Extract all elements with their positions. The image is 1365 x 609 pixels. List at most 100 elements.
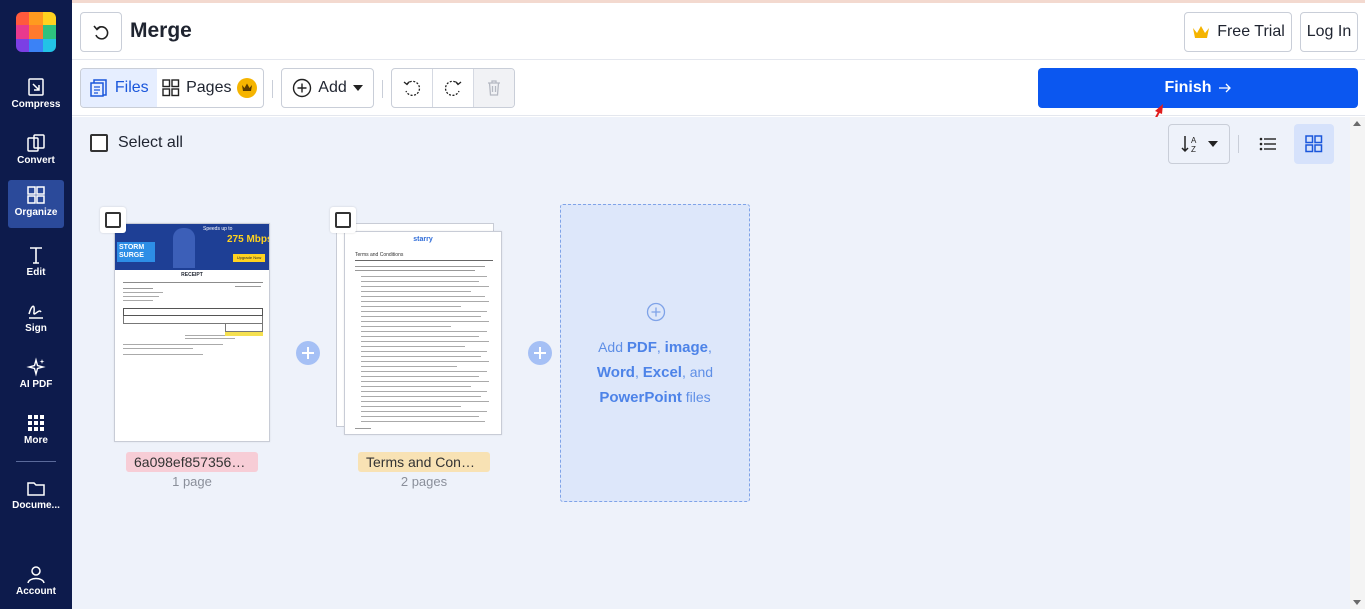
toolbar-divider	[272, 80, 273, 98]
workspace: Select all AZ STORM SURGE Speeds up to 2…	[72, 117, 1350, 609]
select-all-label: Select all	[118, 134, 183, 151]
sidebar-item-documents[interactable]: Docume...	[8, 473, 64, 521]
free-trial-label: Free Trial	[1217, 23, 1285, 40]
sidebar: Compress Convert Organize Edit Sign AI P…	[0, 0, 72, 609]
add-files-dropzone[interactable]: Add PDF, image, Word, Excel, and PowerPo…	[560, 204, 750, 502]
banner-small-text: Speeds up to	[203, 226, 233, 232]
rotate-right-button[interactable]	[433, 69, 473, 107]
view-mode-toggle: Files Pages	[80, 68, 264, 108]
banner-big-text: 275 Mbps	[227, 234, 270, 245]
add-dropdown[interactable]: Add	[281, 68, 374, 108]
page-title: Merge	[130, 19, 192, 42]
arrow-right-icon	[1218, 83, 1231, 93]
sidebar-item-label: Edit	[26, 267, 46, 278]
page-count: 1 page	[172, 474, 212, 489]
grid-view-button[interactable]	[1294, 124, 1334, 164]
list-view-button[interactable]	[1248, 124, 1288, 164]
file-name: Terms and Condi...	[358, 452, 490, 472]
sidebar-item-label: Docume...	[12, 500, 60, 511]
terms-heading: Terms and Conditions	[355, 252, 404, 258]
sidebar-item-label: Organize	[14, 207, 58, 218]
insert-between-button[interactable]	[296, 341, 320, 365]
file-checkbox[interactable]	[100, 207, 126, 233]
toolbar-divider	[382, 80, 383, 98]
scrollbar[interactable]	[1350, 117, 1365, 609]
sidebar-item-edit[interactable]: Edit	[8, 240, 64, 288]
add-label: Add	[318, 79, 347, 96]
receipt-highlight	[225, 332, 263, 336]
toolbar: Files Pages Add Finish	[72, 61, 1365, 116]
add-button[interactable]: Add	[282, 69, 373, 107]
premium-crown-icon	[237, 78, 258, 98]
sidebar-item-label: Convert	[17, 155, 55, 166]
sidebar-divider	[16, 461, 56, 462]
trash-icon	[487, 80, 500, 96]
file-thumbnail: starry Terms and Conditions	[344, 231, 502, 435]
delete-button[interactable]	[473, 69, 514, 107]
plus-icon	[302, 347, 314, 359]
rotate-left-button[interactable]	[392, 69, 432, 107]
sort-dropdown[interactable]: AZ	[1168, 124, 1230, 164]
svg-text:Z: Z	[1191, 145, 1196, 154]
file-checkbox[interactable]	[330, 207, 356, 233]
receipt-table-total	[225, 324, 263, 332]
scroll-up-arrow[interactable]	[1353, 121, 1361, 126]
files-icon	[90, 79, 107, 97]
tab-pages[interactable]: Pages	[157, 69, 263, 107]
account-icon	[27, 566, 45, 584]
tab-pages-label: Pages	[186, 79, 232, 96]
undo-arrow-icon	[93, 25, 109, 40]
compress-icon	[28, 78, 44, 96]
sidebar-item-label: AI PDF	[19, 379, 53, 390]
finish-label: Finish	[1164, 79, 1212, 96]
add-circle-icon	[646, 302, 666, 322]
sparkle-icon	[26, 357, 46, 377]
page-count: 2 pages	[400, 474, 448, 489]
sidebar-item-label: Sign	[25, 323, 47, 334]
caret-down-icon	[352, 85, 363, 91]
rotate-left-icon	[403, 80, 421, 96]
list-icon	[1259, 137, 1276, 151]
scroll-down-arrow[interactable]	[1353, 600, 1361, 605]
banner-cta: Upgrade Now	[233, 254, 265, 262]
pages-grid-icon	[162, 79, 180, 97]
edit-icon	[30, 247, 42, 264]
sort-az-icon: AZ	[1181, 136, 1197, 154]
crown-icon	[1193, 26, 1210, 38]
folder-icon	[27, 482, 45, 496]
back-button[interactable]	[80, 12, 122, 52]
sidebar-item-organize[interactable]: Organize	[8, 180, 64, 228]
finish-button[interactable]: Finish	[1038, 68, 1358, 108]
apps-grid-icon	[28, 415, 44, 431]
receipt-title: RECEIPT	[181, 272, 203, 278]
tab-files[interactable]: Files	[81, 69, 157, 107]
sidebar-item-account[interactable]: Account	[8, 559, 64, 607]
file-name: 6a098ef857356b2...	[126, 452, 258, 472]
sidebar-item-more[interactable]: More	[8, 408, 64, 456]
sidebar-item-label: Account	[16, 586, 56, 597]
sidebar-item-label: Compress	[11, 99, 61, 110]
header: Merge Free Trial Log In	[72, 3, 1365, 60]
sidebar-item-convert[interactable]: Convert	[8, 128, 64, 176]
convert-icon	[27, 134, 45, 152]
terms-logo: starry	[413, 236, 433, 243]
add-files-text: Add PDF, image, Word, Excel, and PowerPo…	[596, 339, 714, 406]
select-all-checkbox[interactable]	[90, 134, 108, 152]
banner-person	[173, 228, 195, 268]
brand-badge: STORM SURGE	[117, 242, 155, 262]
file-thumbnail: STORM SURGE Speeds up to 275 Mbps Upgrad…	[114, 223, 270, 442]
login-button[interactable]: Log In	[1300, 12, 1358, 52]
plus-icon	[534, 347, 546, 359]
svg-text:A: A	[1191, 136, 1197, 145]
caret-down-icon	[1208, 141, 1218, 147]
sign-icon	[28, 305, 43, 319]
grid-icon	[1305, 135, 1323, 153]
sidebar-item-ai-pdf[interactable]: AI PDF	[8, 352, 64, 400]
free-trial-button[interactable]: Free Trial	[1184, 12, 1292, 52]
insert-between-button[interactable]	[528, 341, 552, 365]
select-all[interactable]: Select all	[90, 134, 183, 152]
view-divider	[1238, 135, 1239, 153]
sidebar-item-compress[interactable]: Compress	[8, 72, 64, 120]
sidebar-item-sign[interactable]: Sign	[8, 296, 64, 344]
app-logo[interactable]	[16, 12, 56, 52]
